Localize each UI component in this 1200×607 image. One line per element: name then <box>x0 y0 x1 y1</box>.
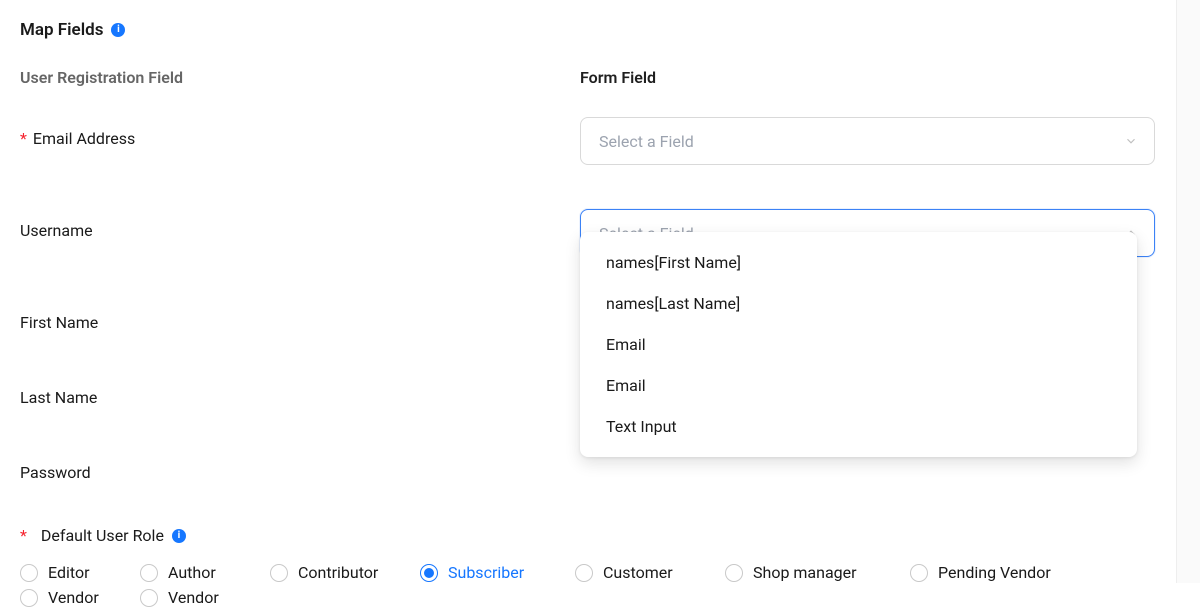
info-icon[interactable]: i <box>172 529 186 543</box>
required-asterisk: * <box>20 129 27 148</box>
radio-editor[interactable]: Editor <box>20 563 140 582</box>
radio-label: Shop manager <box>753 563 857 582</box>
col-header-left: User Registration Field <box>20 68 580 87</box>
role-radio-group: Editor Author Contributor Subscriber Cus… <box>20 563 1155 607</box>
role-section-title-text: Default User Role <box>41 526 164 545</box>
scrollbar-track[interactable] <box>1176 0 1200 583</box>
label-first-name: First Name <box>20 301 580 332</box>
radio-contributor[interactable]: Contributor <box>270 563 420 582</box>
radio-icon <box>910 564 928 582</box>
radio-icon <box>575 564 593 582</box>
radio-label: Contributor <box>298 563 378 582</box>
radio-customer[interactable]: Customer <box>575 563 725 582</box>
select-email[interactable]: Select a Field <box>580 117 1155 165</box>
radio-label: Author <box>168 563 216 582</box>
radio-label: Pending Vendor <box>938 563 1051 582</box>
radio-label: Vendor <box>168 588 219 607</box>
radio-label: Customer <box>603 563 673 582</box>
dropdown-option-last-name[interactable]: names[Last Name] <box>580 283 1137 324</box>
radio-shop-manager[interactable]: Shop manager <box>725 563 910 582</box>
required-asterisk: * <box>20 526 27 545</box>
radio-vendor[interactable]: Vendor <box>20 588 140 607</box>
column-headers: User Registration Field Form Field <box>20 68 1155 87</box>
dropdown-option-text-input[interactable]: Text Input <box>580 406 1137 447</box>
radio-icon <box>140 564 158 582</box>
label-password-text: Password <box>20 463 91 482</box>
radio-icon <box>270 564 288 582</box>
dropdown-option-email-1[interactable]: Email <box>580 324 1137 365</box>
select-email-placeholder: Select a Field <box>599 132 694 151</box>
label-last-name-text: Last Name <box>20 388 97 407</box>
radio-icon <box>725 564 743 582</box>
radio-label: Editor <box>48 563 89 582</box>
label-email: * Email Address <box>20 117 580 148</box>
label-email-text: Email Address <box>33 129 135 148</box>
radio-icon <box>140 589 158 607</box>
dropdown-option-email-2[interactable]: Email <box>580 365 1137 406</box>
label-username: Username <box>20 209 580 240</box>
col-header-right: Form Field <box>580 68 1155 87</box>
radio-label: Vendor <box>48 588 99 607</box>
role-section-title: * Default User Role i <box>20 526 1155 545</box>
radio-icon-selected <box>420 564 438 582</box>
radio-vendor-2[interactable]: Vendor <box>140 588 270 607</box>
label-password: Password <box>20 451 580 482</box>
radio-icon <box>20 564 38 582</box>
section-title: Map Fields i <box>20 20 1155 40</box>
radio-pending-vendor[interactable]: Pending Vendor <box>910 563 1090 582</box>
radio-icon <box>20 589 38 607</box>
info-icon[interactable]: i <box>111 23 125 37</box>
radio-label: Subscriber <box>448 563 524 582</box>
dropdown-option-first-name[interactable]: names[First Name] <box>580 242 1137 283</box>
dropdown-menu: names[First Name] names[Last Name] Email… <box>580 232 1137 457</box>
chevron-down-icon <box>1124 134 1138 148</box>
radio-author[interactable]: Author <box>140 563 270 582</box>
section-title-text: Map Fields <box>20 20 103 40</box>
label-username-text: Username <box>20 221 93 240</box>
radio-subscriber[interactable]: Subscriber <box>420 563 575 582</box>
label-first-name-text: First Name <box>20 313 98 332</box>
label-last-name: Last Name <box>20 376 580 407</box>
